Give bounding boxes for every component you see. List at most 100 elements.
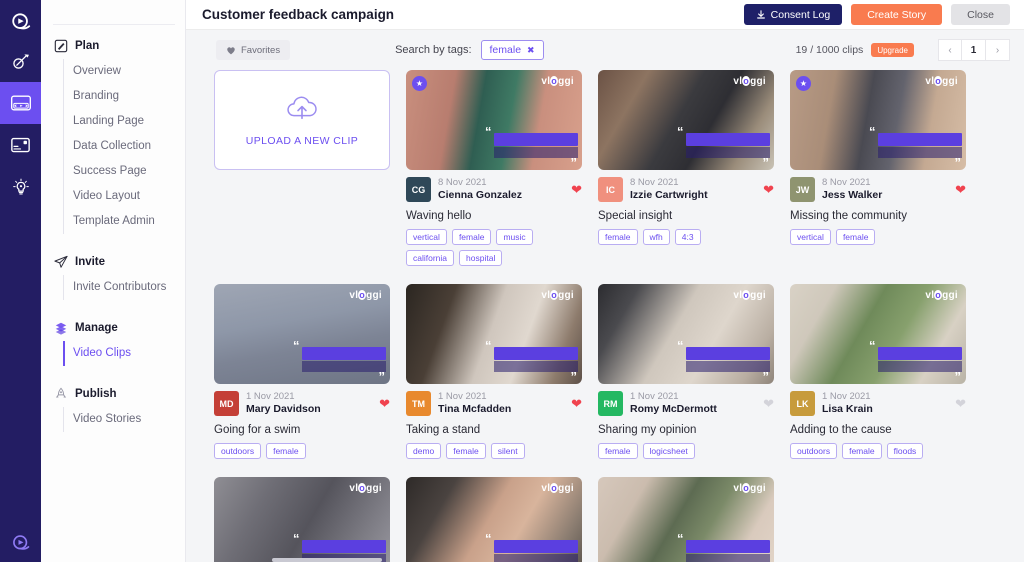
clip-date: 8 Nov 2021 xyxy=(438,177,487,188)
clip-tag[interactable]: female xyxy=(266,443,306,459)
video-clips-icon[interactable] xyxy=(0,82,41,124)
consent-log-button[interactable]: Consent Log xyxy=(743,4,843,25)
clip-thumbnail[interactable]: vloggi“” xyxy=(214,477,390,562)
next-page-button[interactable]: › xyxy=(986,39,1010,61)
clip-tag[interactable]: female xyxy=(598,443,638,459)
download-icon xyxy=(756,9,766,20)
clip-tag[interactable]: demo xyxy=(406,443,442,459)
clip-tag[interactable]: female xyxy=(446,443,486,459)
favorite-heart-icon[interactable]: ❤ xyxy=(955,182,966,198)
clip-thumbnail[interactable]: vloggi“” xyxy=(406,477,582,562)
clip-author-name: Lisa Krain xyxy=(822,402,873,415)
pagination: ‹ 1 › xyxy=(938,39,1010,61)
clip-tag[interactable]: female xyxy=(835,229,876,245)
clip-thumbnail[interactable]: ★ vloggi “ ” xyxy=(790,70,966,170)
search-label: Search by tags: xyxy=(395,44,472,56)
header-actions: Consent Log Create Story Close xyxy=(743,4,1010,25)
clip-tag[interactable]: outdoors xyxy=(214,443,262,459)
favorite-heart-icon[interactable]: ❤ xyxy=(571,396,582,412)
favorite-heart-icon[interactable]: ❤ xyxy=(955,396,966,412)
clip-card[interactable]: vloggi “ ” RM 1 Nov 2021 Romy McDermott ❤ Shari… xyxy=(598,284,774,459)
sidebar-item-invite-contributors[interactable]: Invite Contributors xyxy=(64,275,185,300)
sidebar-item-template-admin[interactable]: Template Admin xyxy=(64,209,185,234)
clip-thumbnail[interactable]: vloggi“” xyxy=(598,477,774,562)
clip-tag[interactable]: logicsheet xyxy=(642,443,695,459)
clip-tag[interactable]: floods xyxy=(886,443,924,459)
clip-card[interactable]: vloggi “ ” IC 8 Nov 2021 Izzie Cartwright ❤ Spe… xyxy=(598,70,774,266)
clip-tag[interactable]: vertical xyxy=(790,229,831,245)
clips-grid-scroll[interactable]: UPLOAD A NEW CLIP ★ vloggi “” CG 8 Nov 2021 C… xyxy=(186,70,1024,562)
favorite-heart-icon[interactable]: ❤ xyxy=(763,182,774,198)
create-story-button[interactable]: Create Story xyxy=(851,4,943,25)
clip-thumbnail[interactable]: ★ vloggi “ ” xyxy=(406,70,582,170)
sidebar-item-overview[interactable]: Overview xyxy=(64,59,185,84)
story-card-icon[interactable] xyxy=(0,124,41,166)
clip-card[interactable]: ★ vloggi “ ” CG 8 Nov 2021 Cienna Gonzalez ❤ Wav… xyxy=(406,70,582,266)
favorite-heart-icon[interactable]: ❤ xyxy=(571,182,582,198)
current-page-number[interactable]: 1 xyxy=(962,39,986,61)
clip-tag[interactable]: female xyxy=(842,443,882,459)
clip-thumbnail[interactable]: vloggi“” xyxy=(790,284,966,384)
clip-card[interactable]: vloggi“” xyxy=(214,477,390,562)
clip-thumbnail[interactable]: vloggi“” xyxy=(406,284,582,384)
clip-tag[interactable]: california xyxy=(406,250,455,266)
clip-tag[interactable]: outdoors xyxy=(790,443,838,459)
close-x-icon[interactable]: ✖ xyxy=(527,45,535,56)
vloggi-mark-icon[interactable] xyxy=(0,534,41,554)
clip-tag[interactable]: hospital xyxy=(459,250,503,266)
clip-card[interactable]: vloggi “ ” TM 1 Nov 2021 Tina Mcfadden ❤ Taking… xyxy=(406,284,582,459)
sidebar-group-header[interactable]: Invite xyxy=(41,248,185,275)
sidebar-group-header[interactable]: Publish xyxy=(41,380,185,407)
clip-card[interactable]: ★ vloggi “ ” JW 8 Nov 2021 Jess Walker ❤ Missing… xyxy=(790,70,966,266)
clip-tag[interactable]: music xyxy=(496,229,533,245)
featured-star-icon[interactable]: ★ xyxy=(412,76,427,91)
featured-star-icon[interactable]: ★ xyxy=(796,76,811,91)
favorite-heart-icon[interactable]: ❤ xyxy=(763,396,774,412)
sidebar-group-publish: Publish Video Stories xyxy=(41,380,185,432)
prev-page-button[interactable]: ‹ xyxy=(938,39,962,61)
clip-thumbnail[interactable]: vloggi“” xyxy=(214,284,390,384)
clip-author-name: Izzie Cartwright xyxy=(630,188,708,201)
clip-caption-overlay xyxy=(302,347,386,372)
clip-tag[interactable]: female xyxy=(598,229,638,245)
clip-date: 1 Nov 2021 xyxy=(438,391,487,402)
sidebar-item-landing-page[interactable]: Landing Page xyxy=(64,109,185,134)
sidebar-group-header[interactable]: Manage xyxy=(41,314,185,341)
favorites-filter-button[interactable]: Favorites xyxy=(216,40,291,60)
clip-author-name: Mary Davidson xyxy=(246,402,321,415)
clip-card[interactable]: vloggi “ ” LK 1 Nov 2021 Lisa Krain ❤ Adding to… xyxy=(790,284,966,459)
clip-tag[interactable]: vertical xyxy=(406,229,447,245)
clip-tag[interactable]: 4:3 xyxy=(674,229,701,245)
upload-new-clip-card[interactable]: UPLOAD A NEW CLIP xyxy=(214,70,390,170)
clip-thumbnail[interactable]: vloggi“” xyxy=(598,284,774,384)
lightbulb-icon[interactable] xyxy=(0,166,41,208)
sidebar-item-data-collection[interactable]: Data Collection xyxy=(64,134,185,159)
brush-icon[interactable] xyxy=(0,40,41,82)
overlay-caption-bar xyxy=(878,147,962,158)
clip-tag[interactable]: silent xyxy=(490,443,525,459)
upgrade-badge[interactable]: Upgrade xyxy=(871,43,914,57)
clip-meta: LK 1 Nov 2021 Lisa Krain ❤ xyxy=(790,391,966,416)
clip-tag[interactable]: wfh xyxy=(642,229,670,245)
active-tag-chip[interactable]: female ✖ xyxy=(480,40,544,60)
quote-open-icon: “ xyxy=(485,338,492,353)
clip-thumbnail[interactable]: vloggi“” xyxy=(598,70,774,170)
quote-open-icon: “ xyxy=(485,531,492,546)
clip-meta: CG 8 Nov 2021 Cienna Gonzalez ❤ xyxy=(406,177,582,202)
vloggi-logo-icon[interactable] xyxy=(0,6,41,40)
clip-card[interactable]: vloggi “ ” MD 1 Nov 2021 Mary Davidson ❤ Going … xyxy=(214,284,390,459)
sidebar-item-branding[interactable]: Branding xyxy=(64,84,185,109)
horizontal-scrollbar[interactable] xyxy=(272,558,382,562)
clip-card[interactable]: vloggi“” xyxy=(406,477,582,562)
clip-tag[interactable]: female xyxy=(451,229,492,245)
sidebar-item-success-page[interactable]: Success Page xyxy=(64,159,185,184)
sidebar-item-video-stories[interactable]: Video Stories xyxy=(64,407,185,432)
sidebar-group-header[interactable]: Plan xyxy=(41,32,185,59)
sidebar-item-video-clips[interactable]: Video Clips xyxy=(62,341,186,366)
clip-meta: IC 8 Nov 2021 Izzie Cartwright ❤ xyxy=(598,177,774,202)
clip-card[interactable]: vloggi“” xyxy=(598,477,774,562)
favorite-heart-icon[interactable]: ❤ xyxy=(379,396,390,412)
vloggi-watermark: vloggi xyxy=(733,290,766,301)
sidebar-item-video-layout[interactable]: Video Layout xyxy=(64,184,185,209)
close-button[interactable]: Close xyxy=(951,4,1010,25)
